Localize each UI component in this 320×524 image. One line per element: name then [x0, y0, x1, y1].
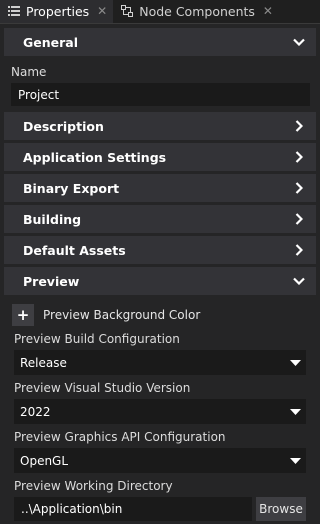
graphics-api-field: Preview Graphics API Configuration OpenG… [14, 430, 306, 473]
vs-version-dropdown[interactable]: 2022 [14, 399, 306, 424]
general-body: Name Project [4, 59, 316, 112]
graphics-api-label: Preview Graphics API Configuration [14, 430, 226, 444]
build-config-dropdown[interactable]: Release [14, 350, 306, 375]
list-icon [8, 5, 20, 17]
dropdown-value: Release [20, 355, 67, 370]
graphics-api-dropdown[interactable]: OpenGL [14, 448, 306, 473]
name-label: Name [11, 65, 47, 79]
nodes-icon [121, 5, 134, 17]
close-icon[interactable]: ✕ [97, 4, 107, 18]
working-dir-input[interactable]: ..\Application\bin [14, 497, 252, 521]
chevron-down-icon [292, 35, 306, 49]
preview-background-color-row: + Preview Background Color [12, 304, 306, 326]
section-label: Description [23, 118, 104, 134]
caret-down-icon [289, 455, 301, 467]
build-config-field: Preview Build Configuration Release [14, 332, 306, 375]
section-description[interactable]: Description [4, 112, 316, 140]
dropdown-value: 2022 [20, 404, 51, 419]
section-label: Default Assets [23, 242, 126, 258]
add-button[interactable]: + [12, 304, 34, 326]
tab-label: Node Components [139, 3, 255, 19]
caret-down-icon [289, 357, 301, 369]
vs-version-field: Preview Visual Studio Version 2022 [14, 381, 306, 424]
section-default-assets[interactable]: Default Assets [4, 236, 316, 264]
build-config-label: Preview Build Configuration [14, 332, 180, 346]
caret-down-icon [289, 406, 301, 418]
chevron-right-icon [292, 243, 306, 257]
section-label: Binary Export [23, 180, 120, 196]
section-label: Application Settings [23, 149, 167, 165]
section-label: Preview [23, 273, 80, 289]
name-field[interactable]: Project [11, 83, 310, 106]
chevron-right-icon [292, 181, 306, 195]
preview-body: + Preview Background Color Preview Build… [4, 298, 316, 521]
chevron-down-icon [292, 274, 306, 288]
tab-label: Properties [26, 3, 90, 19]
tab-properties[interactable]: Properties ✕ [0, 0, 114, 23]
section-label: General [23, 34, 78, 50]
dropdown-value: OpenGL [20, 453, 69, 468]
section-application-settings[interactable]: Application Settings [4, 143, 316, 171]
chevron-right-icon [292, 212, 306, 226]
preview-background-color-label: Preview Background Color [43, 308, 201, 322]
close-icon[interactable]: ✕ [263, 4, 273, 18]
working-dir-row: ..\Application\bin Browse [14, 497, 306, 521]
section-binary-export[interactable]: Binary Export [4, 174, 316, 202]
section-building[interactable]: Building [4, 205, 316, 233]
tab-node-components[interactable]: Node Components ✕ [113, 0, 279, 23]
section-preview[interactable]: Preview [4, 267, 316, 295]
working-dir-field: Preview Working Directory ..\Application… [14, 479, 306, 521]
tab-bar: Properties ✕ Node Components ✕ [0, 0, 320, 24]
section-label: Building [23, 211, 82, 227]
vs-version-label: Preview Visual Studio Version [14, 381, 191, 395]
working-dir-label: Preview Working Directory [14, 479, 173, 493]
properties-panel: General Name Project Description Applica… [0, 24, 320, 521]
chevron-right-icon [292, 119, 306, 133]
chevron-right-icon [292, 150, 306, 164]
section-general[interactable]: General [4, 28, 316, 56]
browse-button[interactable]: Browse [256, 497, 306, 521]
